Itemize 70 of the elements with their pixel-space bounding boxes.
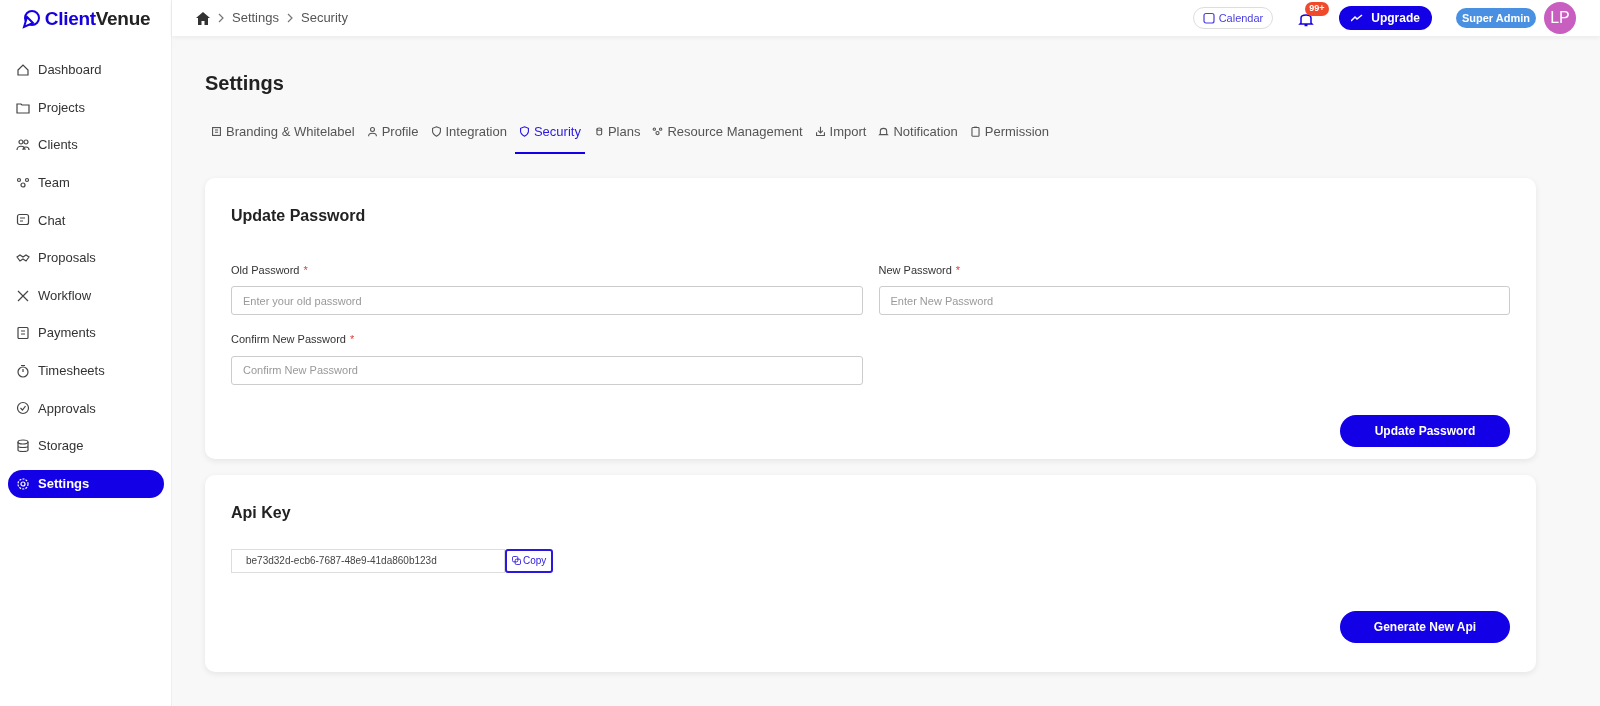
chat-icon [16, 213, 30, 228]
required-mark: * [349, 332, 355, 347]
chevron-icon [218, 13, 224, 23]
field-label: Confirm New Password [231, 332, 346, 347]
api-key-field[interactable]: be73d32d-ecb6-7687-48e9-41da860b123d [231, 548, 505, 573]
settings-tab[interactable]: Permission [965, 122, 1054, 154]
settings-tab[interactable]: Branding & Whitelabel [207, 122, 359, 154]
sidebar-item[interactable]: Clients [8, 131, 164, 160]
required-mark: * [955, 262, 961, 278]
settings-tab[interactable]: Plans [588, 122, 645, 154]
settings-tab[interactable]: Security [514, 122, 585, 154]
copy-button[interactable]: Copy [505, 548, 554, 573]
password-field[interactable]: Enter New Password [878, 286, 1510, 315]
team-icon [652, 126, 664, 138]
sidebar-item[interactable]: Proposals [8, 243, 164, 272]
shield-icon [430, 126, 442, 138]
stopwatch-icon [16, 363, 30, 378]
sidebar-item[interactable]: Settings [8, 469, 164, 498]
user-icon [366, 126, 378, 138]
import-icon [814, 126, 826, 138]
copy-icon [512, 556, 521, 565]
brand-name: ClientVenue [44, 6, 151, 31]
sidebar-item[interactable]: Payments [8, 319, 164, 348]
settings-tab[interactable]: Import [810, 122, 871, 154]
database-icon [16, 438, 30, 453]
settings-tab[interactable]: Resource Management [648, 122, 807, 154]
upgrade-button[interactable]: Upgrade [1339, 6, 1432, 30]
update-password-button[interactable]: Update Password [1340, 414, 1510, 447]
bell-icon [878, 126, 890, 138]
sidebar-item[interactable]: Dashboard [8, 56, 164, 84]
settings-tab[interactable]: Notification [874, 122, 962, 154]
home-icon[interactable] [196, 11, 210, 25]
gear-icon [16, 476, 30, 491]
folder-icon [16, 100, 30, 115]
users-icon [16, 138, 30, 153]
sidebar-item[interactable]: Projects [8, 93, 164, 122]
team-icon [16, 175, 30, 190]
check-circle-icon [16, 401, 30, 416]
field-label: New Password [878, 262, 952, 278]
sidebar-item[interactable]: Team [8, 168, 164, 197]
generate-api-button[interactable]: Generate New Api [1340, 610, 1510, 643]
field-label: Old Password [231, 262, 300, 278]
settings-tab[interactable]: Profile [362, 122, 423, 154]
sidebar-item[interactable]: Approvals [8, 394, 164, 423]
page-title: Settings [205, 71, 285, 96]
receipt-icon [16, 326, 30, 341]
settings-tab[interactable]: Integration [426, 122, 511, 154]
sidebar-item[interactable]: Timesheets [8, 356, 164, 385]
user-avatar[interactable]: LP [1544, 2, 1576, 34]
sidebar-item[interactable]: Workflow [8, 281, 164, 310]
role-badge: Super Admin [1455, 7, 1536, 29]
password-field[interactable]: Confirm New Password [231, 355, 863, 385]
card-title: Update Password [231, 205, 367, 226]
trend-icon [1351, 14, 1364, 22]
calendar-icon [1202, 12, 1215, 24]
sidebar-item[interactable]: Storage [8, 431, 164, 460]
home-icon [16, 63, 30, 77]
notification-badge: 99+ [1305, 2, 1329, 16]
breadcrumb-item[interactable]: Settings [232, 8, 279, 28]
building-icon [211, 126, 222, 138]
breadcrumb-item[interactable]: Security [301, 8, 348, 28]
logo-icon [20, 9, 41, 29]
card-title: Api Key [231, 502, 292, 523]
password-field[interactable]: Enter your old password [231, 286, 863, 315]
clipboard-icon [969, 126, 981, 138]
shield-icon [518, 126, 530, 138]
chevron-icon [287, 13, 293, 23]
calendar-button[interactable]: Calendar [1192, 6, 1274, 30]
required-mark: * [303, 262, 308, 278]
sidebar-item[interactable]: Chat [8, 206, 164, 235]
